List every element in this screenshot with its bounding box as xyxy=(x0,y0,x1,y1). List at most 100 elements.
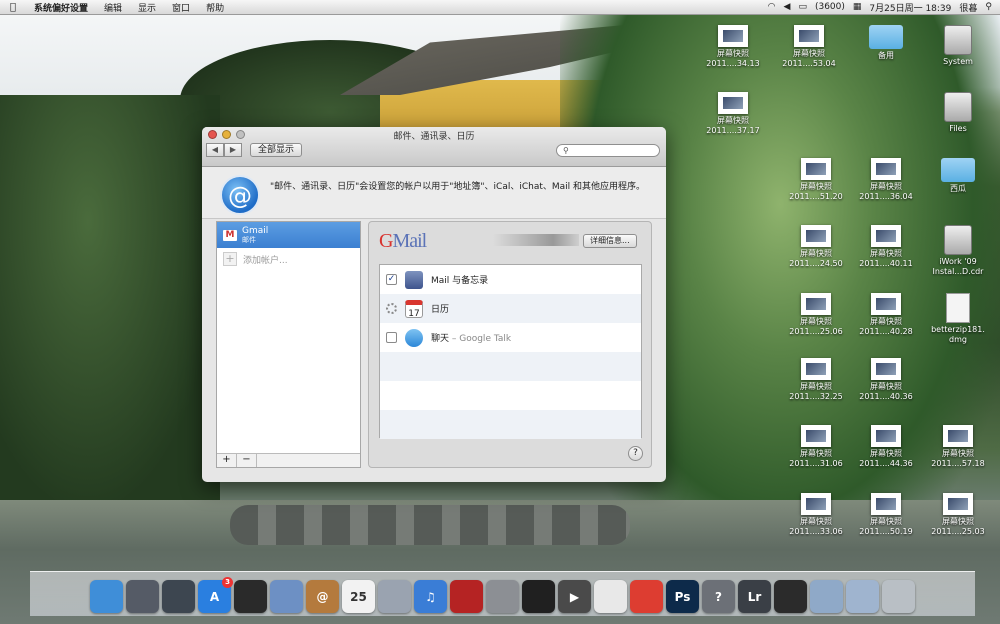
desktop-icon-sublabel: 2011....57.18 xyxy=(931,459,985,468)
desktop-icon[interactable]: 屏幕快照 2011....40.11 xyxy=(858,225,914,269)
desktop-icon[interactable]: System xyxy=(930,25,986,67)
account-item-gmail[interactable]: M Gmail 邮件 xyxy=(217,222,360,248)
dock-finder-icon[interactable] xyxy=(90,580,123,613)
desktop-icon[interactable]: 屏幕快照 2011....36.04 xyxy=(858,158,914,202)
desktop-icon-sublabel: 2011....32.25 xyxy=(789,392,843,401)
menu-help[interactable]: 帮助 xyxy=(198,1,232,14)
desktop-icon-sublabel: 2011....31.06 xyxy=(789,459,843,468)
thumb-icon xyxy=(801,425,831,447)
desktop-icon-sublabel: dmg xyxy=(949,335,967,344)
thumb-icon xyxy=(871,293,901,315)
desktop-icon[interactable]: betterzip181. dmg xyxy=(930,293,986,345)
dock-dvd-player-icon[interactable]: ▶ xyxy=(558,580,591,613)
show-all-button[interactable]: 全部显示 xyxy=(250,143,303,157)
menu-app-name[interactable]: 系统偏好设置 xyxy=(26,1,96,14)
desktop-icon[interactable]: Files xyxy=(930,92,986,134)
desktop-icon[interactable]: 屏幕快照 2011....34.13 xyxy=(705,25,761,69)
flag-icon[interactable]: ▦ xyxy=(853,2,862,12)
desktop-icon[interactable]: 屏幕快照 2011....53.04 xyxy=(781,25,837,69)
desktop-icon-label: 屏幕快照 xyxy=(942,449,974,458)
desktop-icon[interactable]: 屏幕快照 2011....40.28 xyxy=(858,293,914,337)
dock-iphoto-icon[interactable] xyxy=(378,580,411,613)
dock-photo-booth-icon[interactable] xyxy=(450,580,483,613)
menu-view[interactable]: 显示 xyxy=(130,1,164,14)
back-button[interactable]: ◀ xyxy=(206,143,224,157)
add-account-item[interactable]: + 添加帐户... xyxy=(217,248,360,270)
dock-itunes-icon[interactable]: ♫ xyxy=(414,580,447,613)
desktop-icon[interactable]: 备用 xyxy=(858,25,914,61)
battery-status[interactable]: (3600) xyxy=(815,2,845,12)
gmail-icon: M xyxy=(223,229,237,241)
menu-window[interactable]: 窗口 xyxy=(164,1,198,14)
dock-launchpad-icon[interactable] xyxy=(126,580,159,613)
apple-menu-icon[interactable]:  xyxy=(0,2,26,13)
thumb-icon xyxy=(794,25,824,47)
menu-clock[interactable]: 7月25日周一 18:39 xyxy=(869,1,951,14)
dock-dashboard-icon[interactable] xyxy=(234,580,267,613)
wifi-icon[interactable]: ◠ xyxy=(768,2,776,12)
add-button[interactable]: + xyxy=(217,454,237,467)
service-row-mail[interactable]: ✓ Mail 与备忘录 xyxy=(380,265,641,294)
dock-help-icon[interactable]: ? xyxy=(702,580,735,613)
dock-lightroom-icon[interactable]: Lr xyxy=(738,580,771,613)
dock-qq-icon[interactable] xyxy=(522,580,555,613)
forward-button[interactable]: ▶ xyxy=(224,143,242,157)
gmail-logo: GMail xyxy=(379,230,427,253)
dock-documents-folder-icon[interactable] xyxy=(846,580,879,613)
dock-chrome-icon[interactable] xyxy=(630,580,663,613)
drive-icon xyxy=(944,225,972,255)
help-button[interactable]: ? xyxy=(628,446,643,461)
remove-button[interactable]: − xyxy=(237,454,257,467)
dock-camera-icon[interactable] xyxy=(774,580,807,613)
desktop-icon[interactable]: iWork '09 Instal...D.cdr xyxy=(930,225,986,277)
menu-edit[interactable]: 编辑 xyxy=(96,1,130,14)
volume-icon[interactable]: ◀ xyxy=(784,2,791,12)
empty-row xyxy=(380,410,641,439)
desktop-icon-label: 屏幕快照 xyxy=(717,49,749,58)
desktop-icon[interactable]: 屏幕快照 2011....50.19 xyxy=(858,493,914,537)
desktop-icon[interactable]: 屏幕快照 2011....33.06 xyxy=(788,493,844,537)
drive-icon xyxy=(944,92,972,122)
window-title: 邮件、通讯录、日历 xyxy=(393,132,475,142)
desktop-icon-label: 屏幕快照 xyxy=(800,249,832,258)
spotlight-icon[interactable]: ⚲ xyxy=(985,2,992,12)
desktop-icon[interactable]: 屏幕快照 2011....25.03 xyxy=(930,493,986,537)
dock-photoshop-icon[interactable]: Ps xyxy=(666,580,699,613)
dock-picasa-icon[interactable] xyxy=(594,580,627,613)
search-input[interactable]: ⚲ xyxy=(556,144,660,157)
menu-user[interactable]: 很暮 xyxy=(959,1,977,14)
desktop-icon[interactable]: 屏幕快照 2011....37.17 xyxy=(705,92,761,136)
service-label-chat: 聊天 – Google Talk xyxy=(431,334,512,344)
dock-preview-icon[interactable] xyxy=(270,580,303,613)
desktop-icon[interactable]: 屏幕快照 2011....31.06 xyxy=(788,425,844,469)
thumb-icon xyxy=(871,425,901,447)
desktop-icon-label: 屏幕快照 xyxy=(800,517,832,526)
doc-icon xyxy=(946,293,970,323)
dock-app-store-icon[interactable]: A3 xyxy=(198,577,233,613)
desktop-icon[interactable]: 屏幕快照 2011....40.36 xyxy=(858,358,914,402)
desktop-icon[interactable]: 屏幕快照 2011....51.20 xyxy=(788,158,844,202)
dock-address-book-icon[interactable]: @ xyxy=(306,580,339,613)
thumb-icon xyxy=(871,493,901,515)
desktop-icon[interactable]: 屏幕快照 2011....44.36 xyxy=(858,425,914,469)
chat-checkbox[interactable] xyxy=(386,332,397,343)
dock-mission-control-icon[interactable] xyxy=(162,580,195,613)
desktop-icon-sublabel: 2011....25.06 xyxy=(789,327,843,336)
desktop-icon-sublabel: 2011....33.06 xyxy=(789,527,843,536)
mail-icon xyxy=(405,270,423,289)
desktop-icon[interactable]: 西瓜 xyxy=(930,158,986,194)
service-row-calendar[interactable]: 17 日历 xyxy=(380,294,641,323)
battery-icon[interactable]: ▭ xyxy=(798,2,807,12)
dock-ical-icon[interactable]: 25 xyxy=(342,580,375,613)
mail-checkbox[interactable]: ✓ xyxy=(386,274,397,285)
desktop-icon[interactable]: 屏幕快照 2011....25.06 xyxy=(788,293,844,337)
dock-system-preferences-icon[interactable] xyxy=(486,580,519,613)
dock-trash-icon[interactable] xyxy=(882,580,915,613)
desktop-icon[interactable]: 屏幕快照 2011....32.25 xyxy=(788,358,844,402)
desktop-icon-sublabel: 2011....37.17 xyxy=(706,126,760,135)
details-button[interactable]: 详细信息... xyxy=(583,234,637,248)
desktop-icon[interactable]: 屏幕快照 2011....24.50 xyxy=(788,225,844,269)
service-row-chat[interactable]: 聊天 – Google Talk xyxy=(380,323,641,352)
dock-applications-folder-icon[interactable] xyxy=(810,580,843,613)
desktop-icon[interactable]: 屏幕快照 2011....57.18 xyxy=(930,425,986,469)
